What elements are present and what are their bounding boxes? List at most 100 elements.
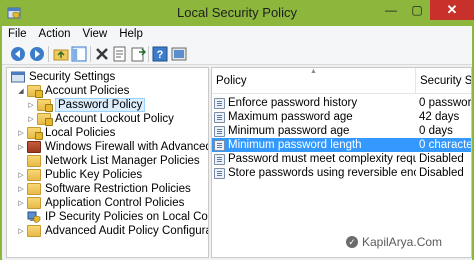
expand-arrow-icon[interactable]: ▷ [27,98,35,112]
policy-value: 42 days [419,111,460,123]
tree-item-public-key-policies[interactable]: ▷ Public Key Policies [17,168,142,182]
tree-item-security-settings[interactable]: Security Settings [11,70,115,84]
tree-label: IP Security Policies on Local Computer [45,211,208,223]
export-list-icon[interactable] [130,46,146,62]
tree-label: Account Lockout Policy [55,113,174,125]
up-folder-icon[interactable] [53,46,69,62]
delete-icon[interactable] [94,46,110,62]
folder-icon [27,85,43,98]
folder-icon [27,127,43,140]
list-row[interactable]: Store passwords using reversible encrypt… [212,166,471,180]
close-button[interactable]: ✕ [430,0,474,20]
folder-icon [37,99,53,112]
list-header: ▲ Policy Security Setting [212,68,471,94]
list-row[interactable]: Maximum password age 42 days [212,110,471,124]
show-hide-tree-icon[interactable] [71,46,87,62]
menu-help[interactable]: Help [113,26,149,43]
policy-value: 0 characters [419,139,471,151]
collapse-arrow-icon[interactable]: ◢ [17,84,25,98]
policy-name: Minimum password age [228,125,350,137]
policy-value: Disabled [419,153,464,165]
minimize-button[interactable]: — [378,0,404,20]
toolbar-separator [90,46,91,62]
watermark-logo-icon: ✓ [346,236,358,248]
folder-icon [37,113,53,126]
tree-label: Network List Manager Policies [45,155,200,167]
mmc-console-icon[interactable] [171,46,187,62]
expand-arrow-icon[interactable]: ▷ [17,168,25,182]
folder-icon [27,155,41,167]
svg-text:?: ? [157,49,164,61]
menu-action[interactable]: Action [33,26,77,43]
watermark-text: KapilArya.Com [362,235,443,249]
tree-label: Advanced Audit Policy Configuration [45,225,208,237]
maximize-button[interactable]: ▢ [404,0,430,20]
menu-view[interactable]: View [77,26,114,43]
tree-label: Local Policies [45,127,116,139]
client-area: File Action View Help ? Security Setting… [2,26,472,260]
policy-value: 0 passwords [419,97,472,109]
expander-placeholder [17,154,25,168]
policy-setting-icon [214,97,225,109]
tree-label: Software Restriction Policies [45,183,191,195]
tree-item-windows-firewall[interactable]: ▷ Windows Firewall with Advanced Securit… [17,140,209,154]
firewall-icon [27,141,41,153]
toolbar-separator [48,46,49,62]
toolbar-separator [148,46,149,62]
help-icon[interactable]: ? [152,46,168,62]
policy-setting-icon [214,111,225,123]
policy-name: Store passwords using reversible encrypt… [228,167,416,179]
folder-icon [27,183,41,195]
back-icon[interactable] [10,46,26,62]
policy-name: Maximum password age [228,111,353,123]
menu-bar: File Action View Help [2,26,472,43]
policy-name: Enforce password history [228,97,358,109]
policy-name: Password must meet complexity requiremen… [228,153,416,165]
tree-item-software-restriction[interactable]: ▷ Software Restriction Policies [17,182,191,196]
app-window: Local Security Policy — ▢ ✕ File Action … [0,0,474,260]
title-bar[interactable]: Local Security Policy — ▢ ✕ [0,0,474,26]
tree-label: Application Control Policies [45,197,185,209]
column-header-security-setting[interactable]: Security Setting [416,68,471,94]
policy-list: ▲ Policy Security Setting Enforce passwo… [211,67,472,258]
tree-item-application-control[interactable]: ▷ Application Control Policies [17,196,184,210]
tree-item-account-policies[interactable]: ◢ Account Policies [17,84,129,98]
expand-arrow-icon[interactable]: ▷ [17,182,25,196]
tree-label: Account Policies [45,85,130,97]
policy-setting-icon [214,125,225,137]
list-row-selected[interactable]: Minimum password length 0 characters [212,138,471,152]
expand-arrow-icon[interactable]: ▷ [27,112,35,126]
folder-icon [27,225,41,237]
tree-item-account-lockout-policy[interactable]: ▷ Account Lockout Policy [27,112,174,126]
console-tree: Security Settings ◢ Account Policies ▷ P… [6,67,209,258]
menu-file[interactable]: File [2,26,33,43]
expander-placeholder [17,210,25,224]
expand-arrow-icon[interactable]: ▷ [17,224,25,238]
tree-item-advanced-audit[interactable]: ▷ Advanced Audit Policy Configuration [17,224,208,238]
tree-item-ip-security[interactable]: IP Security Policies on Local Computer [17,210,208,224]
folder-icon [27,197,41,209]
tree-item-local-policies[interactable]: ▷ Local Policies [17,126,115,140]
policy-name: Minimum password length [228,139,362,151]
list-row[interactable]: Password must meet complexity requiremen… [212,152,471,166]
folder-icon [27,169,41,181]
tree-label: Public Key Policies [45,169,143,181]
properties-icon[interactable] [112,46,128,62]
ip-security-icon [27,211,41,223]
tree-item-password-policy[interactable]: ▷ Password Policy [27,98,146,112]
forward-icon[interactable] [29,46,45,62]
toolbar: ? [2,43,472,65]
expand-arrow-icon[interactable]: ▷ [17,126,25,140]
expand-arrow-icon[interactable]: ▷ [17,140,25,154]
list-row[interactable]: Enforce password history 0 passwords [212,96,472,110]
tree-item-network-list-manager[interactable]: Network List Manager Policies [17,154,200,168]
policy-value: Disabled [419,167,464,179]
list-row[interactable]: Minimum password age 0 days [212,124,471,138]
watermark: ✓ KapilArya.Com [346,235,442,249]
policy-setting-icon [214,139,225,151]
expand-arrow-icon[interactable]: ▷ [17,196,25,210]
security-settings-icon [11,71,25,83]
tree-label: Windows Firewall with Advanced Security [45,141,209,153]
column-header-policy[interactable]: Policy [212,68,416,94]
tree-label: Security Settings [29,71,116,83]
